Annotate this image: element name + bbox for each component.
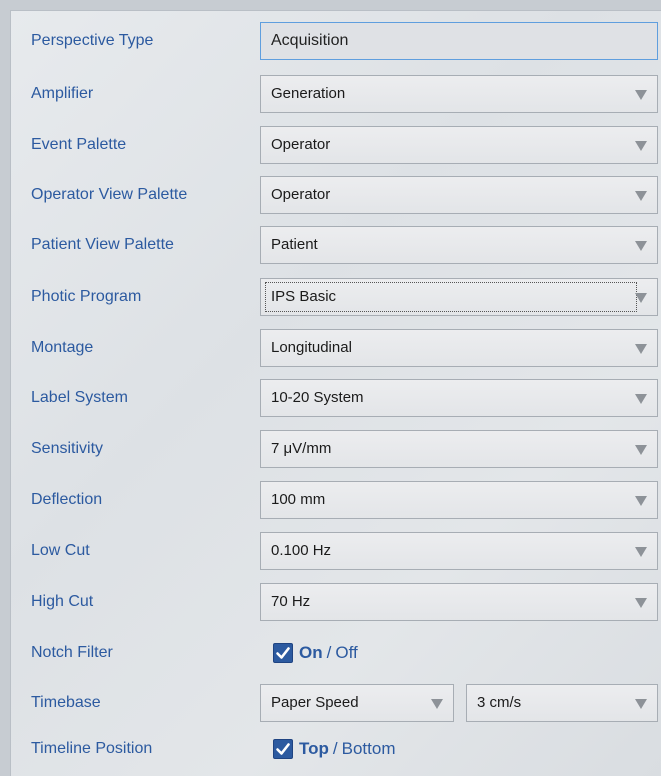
low-cut-value: 0.100 Hz: [271, 542, 332, 559]
chevron-down-icon: [635, 344, 647, 354]
row-label-system: Label System 10-20 System: [11, 375, 661, 421]
checkmark-icon: [276, 647, 290, 659]
deflection-value: 100 mm: [271, 491, 326, 508]
row-deflection: Deflection 100 mm: [11, 477, 661, 523]
notch-off-option[interactable]: Off: [335, 643, 357, 663]
notch-filter-label: Notch Filter: [31, 644, 113, 661]
notch-on-option[interactable]: On: [299, 643, 323, 663]
high-cut-value: 70 Hz: [271, 593, 311, 610]
photic-program-label: Photic Program: [31, 288, 142, 305]
timeline-bottom-option[interactable]: Bottom: [342, 739, 396, 759]
chevron-down-icon: [635, 241, 647, 251]
row-low-cut: Low Cut 0.100 Hz: [11, 528, 661, 574]
label-system-dropdown[interactable]: 10-20 System: [260, 379, 658, 417]
patient-view-palette-value: Patient: [271, 236, 318, 253]
row-sensitivity: Sensitivity 7 μV/mm: [11, 426, 661, 472]
event-palette-value: Operator: [271, 136, 331, 153]
amplifier-value: Generation: [271, 85, 346, 102]
montage-label: Montage: [31, 339, 94, 356]
label-system-value: 10-20 System: [271, 389, 364, 406]
deflection-label: Deflection: [31, 491, 103, 508]
high-cut-label: High Cut: [31, 593, 94, 610]
operator-view-palette-dropdown[interactable]: Operator: [260, 176, 658, 214]
chevron-down-icon: [635, 547, 647, 557]
chevron-down-icon: [635, 293, 647, 303]
notch-separator: /: [326, 643, 332, 662]
amplifier-dropdown[interactable]: Generation: [260, 75, 658, 113]
row-amplifier: Amplifier Generation: [11, 71, 661, 117]
perspective-type-field[interactable]: Acquisition: [260, 22, 658, 60]
notch-filter-checkbox[interactable]: [273, 643, 293, 663]
timeline-separator: /: [332, 739, 338, 758]
low-cut-label: Low Cut: [31, 542, 90, 559]
timeline-position-label: Timeline Position: [31, 740, 153, 757]
chevron-down-icon: [635, 141, 647, 151]
timebase-mode-value: Paper Speed: [271, 694, 359, 711]
chevron-down-icon: [635, 191, 647, 201]
montage-dropdown[interactable]: Longitudinal: [260, 329, 658, 367]
photic-program-value: IPS Basic: [271, 288, 337, 305]
row-montage: Montage Longitudinal: [11, 325, 661, 371]
event-palette-label: Event Palette: [31, 136, 127, 153]
row-operator-view-palette: Operator View Palette Operator: [11, 172, 661, 218]
settings-panel: Perspective Type Acquisition Amplifier G…: [10, 10, 661, 776]
operator-view-palette-label: Operator View Palette: [31, 186, 188, 203]
sensitivity-dropdown[interactable]: 7 μV/mm: [260, 430, 658, 468]
row-timeline-position: Timeline Position Top / Bottom: [11, 726, 661, 772]
row-photic-program: Photic Program IPS Basic: [11, 274, 661, 320]
row-notch-filter: Notch Filter On / Off: [11, 630, 661, 676]
chevron-down-icon: [635, 394, 647, 404]
amplifier-label: Amplifier: [31, 85, 94, 102]
montage-value: Longitudinal: [271, 339, 352, 356]
chevron-down-icon: [635, 445, 647, 455]
timeline-position-toggle[interactable]: Top / Bottom: [273, 726, 396, 772]
perspective-type-value: Acquisition: [271, 32, 349, 49]
timebase-speed-dropdown[interactable]: 3 cm/s: [466, 684, 658, 722]
row-perspective-type: Perspective Type Acquisition: [11, 18, 661, 64]
sensitivity-label: Sensitivity: [31, 440, 104, 457]
notch-filter-toggle[interactable]: On / Off: [273, 630, 358, 676]
photic-program-dropdown[interactable]: IPS Basic: [260, 278, 658, 316]
row-event-palette: Event Palette Operator: [11, 122, 661, 168]
chevron-down-icon: [635, 496, 647, 506]
chevron-down-icon: [635, 598, 647, 608]
timeline-position-checkbox[interactable]: [273, 739, 293, 759]
chevron-down-icon: [431, 699, 443, 709]
timebase-mode-dropdown[interactable]: Paper Speed: [260, 684, 454, 722]
patient-view-palette-label: Patient View Palette: [31, 236, 174, 253]
timebase-label: Timebase: [31, 694, 101, 711]
row-high-cut: High Cut 70 Hz: [11, 579, 661, 625]
row-timebase: Timebase Paper Speed 3 cm/s: [11, 680, 661, 726]
timeline-top-option[interactable]: Top: [299, 739, 329, 759]
perspective-type-label: Perspective Type: [31, 32, 154, 49]
event-palette-dropdown[interactable]: Operator: [260, 126, 658, 164]
chevron-down-icon: [635, 699, 647, 709]
label-system-label: Label System: [31, 389, 128, 406]
deflection-dropdown[interactable]: 100 mm: [260, 481, 658, 519]
row-patient-view-palette: Patient View Palette Patient: [11, 222, 661, 268]
high-cut-dropdown[interactable]: 70 Hz: [260, 583, 658, 621]
low-cut-dropdown[interactable]: 0.100 Hz: [260, 532, 658, 570]
checkmark-icon: [276, 743, 290, 755]
sensitivity-value: 7 μV/mm: [271, 440, 332, 457]
chevron-down-icon: [635, 90, 647, 100]
operator-view-palette-value: Operator: [271, 186, 331, 203]
patient-view-palette-dropdown[interactable]: Patient: [260, 226, 658, 264]
timebase-speed-value: 3 cm/s: [477, 694, 522, 711]
